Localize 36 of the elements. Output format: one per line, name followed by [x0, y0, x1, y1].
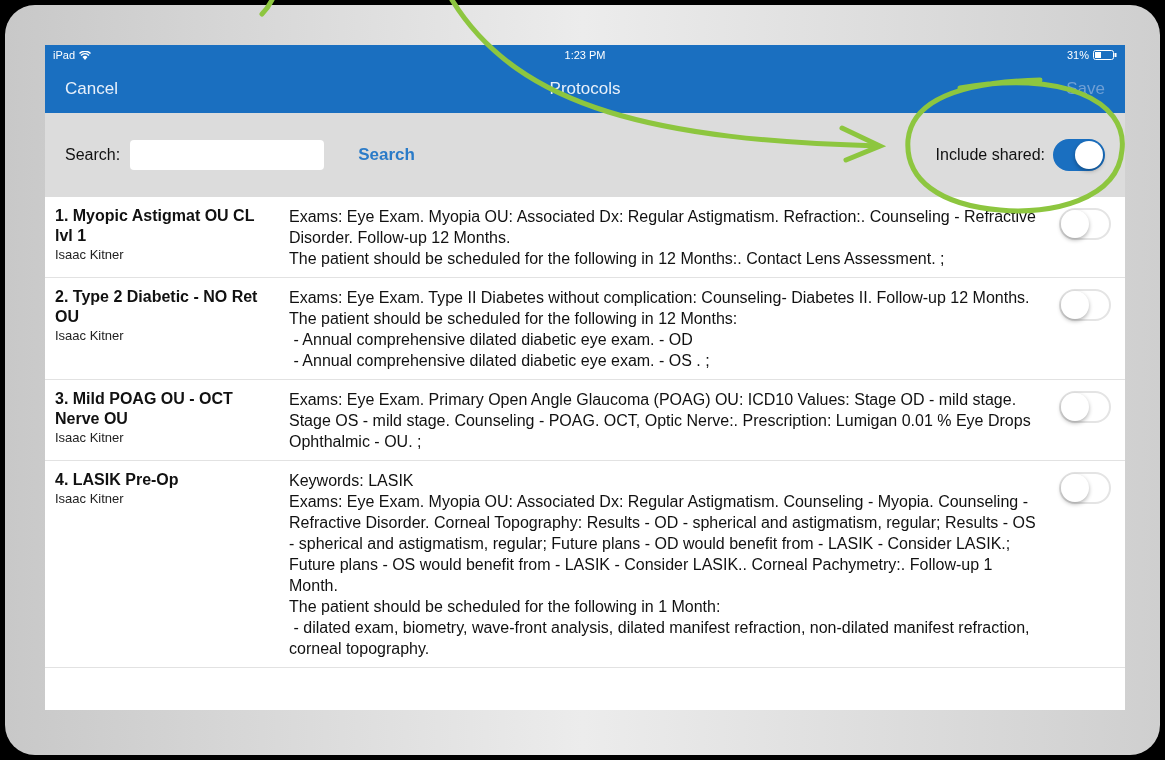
protocol-description-line: - Annual comprehensive dilated diabetic eye exam. - OS . ;	[292, 351, 711, 371]
protocol-title: 1. Myopic Astigmat OU CL lvl 1	[55, 206, 256, 246]
protocol-description-line: The patient should be scheduled for the following in 12 Months:	[289, 309, 739, 329]
protocol-description-line: Exams: Eye Exam. Type II Diabetes without complication: Counseling- Diabetes II. Follow-up 12 Months.	[289, 288, 1031, 308]
annotation-stroke	[259, 0, 275, 17]
protocol-description-line: Exams: Eye Exam. Primary Open Angle Glaucoma (POAG) OU: ICD10 Values: Stage OD - mild stage. Stage OS - mild stage. Counseling - POAG. OCT, Optic Nerve:. Prescription: Lumigan 0.01 % Eye Drops Ophthalmic - OU. ;	[289, 390, 1032, 452]
protocol-author: Isaac Kitner	[55, 247, 125, 262]
protocol-toggle[interactable]	[1059, 391, 1111, 423]
protocol-description-line: Exams: Eye Exam. Myopia OU: Associated Dx: Regular Astigmatism. Counseling - Myopia. Counseling - Refractive Disorder. Corneal Topography: Results - OD - spherical and astigmatism, regular; Results - OS - spherical and astigmatism, regular; Future plans - OD would benefit from - LASIK - Consider LASIK.; Future plans - OS would benefit from - LASIK - Consider LASIK.. Corneal Pachymetry:. Follow-up 1 Month.	[289, 492, 1037, 596]
wifi-icon	[79, 50, 92, 60]
status-time: 1:23 PM	[564, 49, 606, 61]
protocol-description-line: The patient should be scheduled for the following in 1 Month:	[289, 597, 722, 617]
device-name: iPad	[53, 49, 76, 61]
protocol-description-line: The patient should be scheduled for the following in 12 Months:. Contact Lens Assessment. ;	[289, 249, 946, 269]
protocol-description-line: Keywords: LASIK	[289, 471, 415, 491]
protocol-description-line: - Annual comprehensive dilated diabetic eye exam. - OD	[292, 330, 694, 350]
protocol-toggle[interactable]	[1059, 472, 1111, 504]
protocol-author: Isaac Kitner	[55, 491, 125, 506]
search-button[interactable]: Search	[358, 145, 415, 165]
protocol-author: Isaac Kitner	[55, 328, 125, 343]
cancel-button[interactable]: Cancel	[65, 79, 550, 99]
protocol-description-line: Exams: Eye Exam. Myopia OU: Associated Dx: Regular Astigmatism. Refraction:. Counseling - Refractive Disorder. Follow-up 12 Months.	[289, 207, 1037, 248]
search-field[interactable]	[130, 140, 325, 170]
protocol-description-line: - dilated exam, biometry, wave-front analysis, dilated manifest refraction, non-dilated manifest refraction, corneal topography.	[289, 618, 1031, 659]
protocol-toggle[interactable]	[1059, 208, 1111, 240]
protocol-toggle[interactable]	[1059, 289, 1111, 321]
battery-icon	[1093, 50, 1117, 60]
include-shared-toggle[interactable]	[1053, 139, 1105, 171]
protocol-title: 2. Type 2 Diabetic - NO Ret OU	[55, 287, 259, 327]
search-label: Search:	[65, 146, 121, 164]
protocol-title: 3. Mild POAG OU - OCT Nerve OU	[55, 389, 234, 429]
battery-percent: 31%	[1066, 49, 1089, 61]
protocol-title: 4. LASIK Pre-Op	[55, 470, 180, 490]
nav-title: Protocols	[549, 79, 621, 99]
protocol-author: Isaac Kitner	[55, 430, 125, 445]
include-shared-label: Include shared:	[935, 146, 1045, 164]
